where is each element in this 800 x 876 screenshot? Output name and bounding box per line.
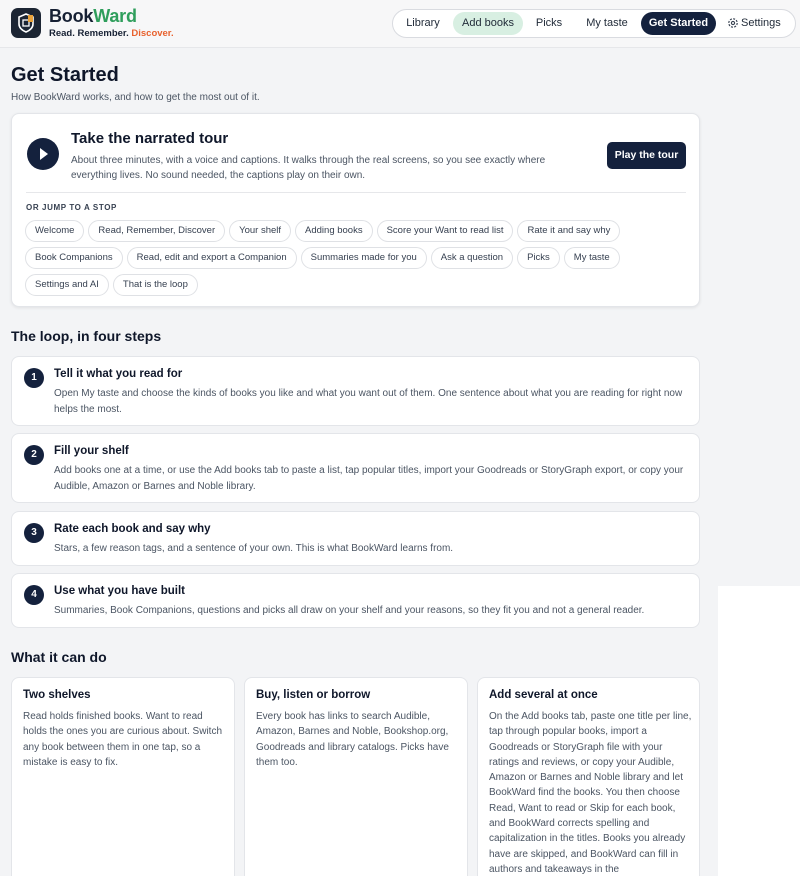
feature-card: Two shelves Read holds finished books. W… [11,677,235,876]
stop-chip[interactable]: Picks [517,247,560,269]
jump-to-stop-label: OR JUMP TO A STOP [26,203,117,212]
gear-icon [728,18,738,28]
stop-row: Settings and AI That is the loop [25,274,625,296]
stop-chip[interactable]: My taste [563,247,620,269]
play-icon[interactable] [27,138,59,170]
step-title: Rate each book and say why [54,523,211,535]
main-nav: Library Add books Picks My taste Get Sta… [392,9,796,38]
page-title: Get Started [11,64,119,86]
step-card: 4 Use what you have built Summaries, Boo… [11,573,700,628]
step-title: Fill your shelf [54,445,129,457]
stop-chip[interactable]: Book Companions [25,247,123,269]
page-subtitle: How BookWard works, and how to get the m… [11,92,260,103]
stop-chip[interactable]: Score your Want to read list [376,220,514,242]
step-number: 1 [24,368,44,388]
stop-chip[interactable]: Your shelf [229,220,292,242]
blank-panel [718,586,800,876]
tagline-discover: Discover. [131,28,174,39]
narrated-tour-card: Take the narrated tour About three minut… [11,113,700,307]
nav-picks[interactable]: Picks [529,12,569,35]
tagline-read-remember: Read. Remember. [49,28,132,39]
step-text: Open My taste and choose the kinds of bo… [54,388,683,415]
play-tour-button[interactable]: Play the tour [607,142,686,169]
feature-title: Add several at once [489,689,598,701]
step-text: Stars, a few reason tags, and a sentence… [54,543,454,554]
step-title: Use what you have built [54,585,185,597]
feature-text: On the Add books tab, paste one title pe… [489,711,692,875]
brand-name: BookWard [49,6,137,27]
feature-text: Read holds finished books. Want to read … [23,711,223,768]
stop-chip[interactable]: Welcome [25,220,85,242]
stop-chip[interactable]: Read, edit and export a Companion [126,247,297,269]
nav-get-started[interactable]: Get Started [641,12,716,35]
stop-row: Welcome Read, Remember, Discover Your sh… [25,220,625,242]
tour-title: Take the narrated tour [71,130,229,147]
tour-stops: Welcome Read, Remember, Discover Your sh… [25,220,625,301]
step-number: 3 [24,523,44,543]
nav-my-taste[interactable]: My taste [577,12,637,35]
brand-name-ward: Ward [93,6,137,26]
bookward-logo[interactable] [11,8,41,38]
stop-chip[interactable]: Ask a question [430,247,514,269]
nav-settings-label: Settings [741,17,781,29]
feature-title: Two shelves [23,689,91,701]
nav-settings[interactable]: Settings [725,12,789,35]
stop-chip[interactable]: Settings and AI [25,274,109,296]
feature-text: Every book has links to search Audible, … [256,711,449,768]
feature-card: Buy, listen or borrow Every book has lin… [244,677,468,876]
tour-description: About three minutes, with a voice and ca… [71,155,546,181]
nav-add-books[interactable]: Add books [453,12,523,35]
step-card: 1 Tell it what you read for Open My tast… [11,356,700,426]
stop-chip[interactable]: Adding books [295,220,373,242]
app-header: BookWard Read. Remember. Discover. Libra… [0,0,800,48]
step-card: 3 Rate each book and say why Stars, a fe… [11,511,700,566]
step-number: 2 [24,445,44,465]
stop-chip[interactable]: Summaries made for you [300,247,427,269]
step-title: Tell it what you read for [54,368,183,380]
feature-card: Add several at once On the Add books tab… [477,677,700,876]
stop-row: Book Companions Read, edit and export a … [25,247,625,269]
step-card: 2 Fill your shelf Add books one at a tim… [11,433,700,503]
nav-library[interactable]: Library [397,12,449,35]
book-shield-icon [18,13,34,33]
stop-chip[interactable]: That is the loop [112,274,198,296]
features-heading: What it can do [11,649,107,665]
tour-divider [26,192,686,193]
feature-title: Buy, listen or borrow [256,689,371,701]
step-text: Add books one at a time, or use the Add … [54,465,684,492]
step-number: 4 [24,585,44,605]
stop-chip[interactable]: Rate it and say why [517,220,621,242]
brand-tagline: Read. Remember. Discover. [49,28,174,39]
loop-heading: The loop, in four steps [11,328,162,344]
step-text: Summaries, Book Companions, questions an… [54,605,645,616]
stop-chip[interactable]: Read, Remember, Discover [88,220,226,242]
brand-name-book: Book [49,6,94,26]
